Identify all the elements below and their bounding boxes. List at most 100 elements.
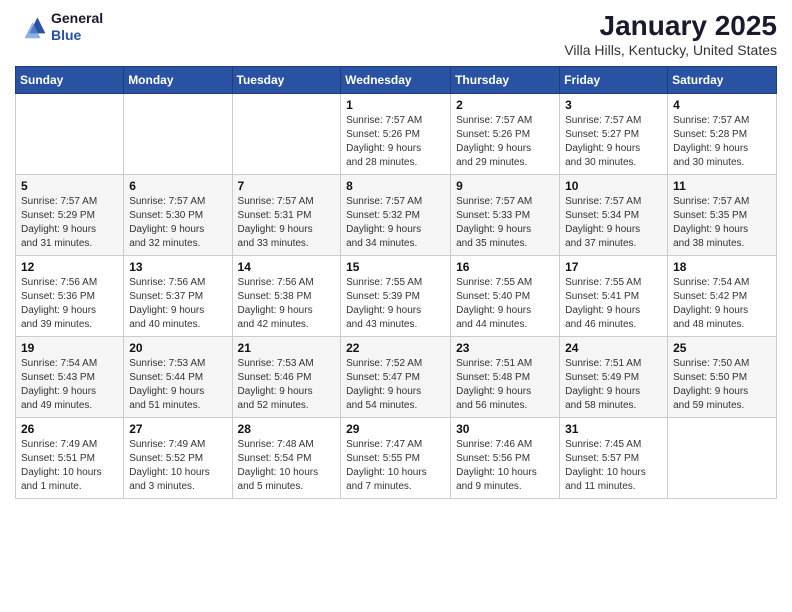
day-detail: Sunrise: 7:57 AM Sunset: 5:30 PM Dayligh… xyxy=(129,195,226,251)
calendar-cell: 13 Sunrise: 7:56 AM Sunset: 5:37 PM Dayli… xyxy=(124,256,232,337)
calendar-cell: 2 Sunrise: 7:57 AM Sunset: 5:26 PM Daylig… xyxy=(451,94,560,175)
day-number: 1 xyxy=(346,98,445,112)
day-number: 12 xyxy=(21,260,118,274)
day-detail: Sunrise: 7:57 AM Sunset: 5:26 PM Dayligh… xyxy=(346,114,445,170)
day-detail: Sunrise: 7:46 AM Sunset: 5:56 PM Dayligh… xyxy=(456,438,554,494)
day-detail: Sunrise: 7:57 AM Sunset: 5:26 PM Dayligh… xyxy=(456,114,554,170)
day-detail: Sunrise: 7:49 AM Sunset: 5:52 PM Dayligh… xyxy=(129,438,226,494)
calendar-cell: 10 Sunrise: 7:57 AM Sunset: 5:34 PM Dayli… xyxy=(560,175,668,256)
day-detail: Sunrise: 7:54 AM Sunset: 5:43 PM Dayligh… xyxy=(21,357,118,413)
day-number: 31 xyxy=(565,422,662,436)
day-detail: Sunrise: 7:56 AM Sunset: 5:37 PM Dayligh… xyxy=(129,276,226,332)
logo: General Blue xyxy=(15,10,103,44)
calendar-cell: 25 Sunrise: 7:50 AM Sunset: 5:50 PM Dayli… xyxy=(668,337,777,418)
day-detail: Sunrise: 7:55 AM Sunset: 5:40 PM Dayligh… xyxy=(456,276,554,332)
day-number: 16 xyxy=(456,260,554,274)
calendar-cell: 4 Sunrise: 7:57 AM Sunset: 5:28 PM Daylig… xyxy=(668,94,777,175)
day-detail: Sunrise: 7:57 AM Sunset: 5:29 PM Dayligh… xyxy=(21,195,118,251)
day-number: 18 xyxy=(673,260,771,274)
day-detail: Sunrise: 7:57 AM Sunset: 5:28 PM Dayligh… xyxy=(673,114,771,170)
weekday-header: Friday xyxy=(560,67,668,94)
calendar-cell: 28Sunrise: 7:48 AM Sunset: 5:54 PM Dayli… xyxy=(232,418,341,499)
day-detail: Sunrise: 7:52 AM Sunset: 5:47 PM Dayligh… xyxy=(346,357,445,413)
day-number: 22 xyxy=(346,341,445,355)
day-number: 11 xyxy=(673,179,771,193)
day-detail: Sunrise: 7:51 AM Sunset: 5:49 PM Dayligh… xyxy=(565,357,662,413)
calendar-week-row: 12Sunrise: 7:56 AM Sunset: 5:36 PM Dayli… xyxy=(16,256,777,337)
day-detail: Sunrise: 7:53 AM Sunset: 5:44 PM Dayligh… xyxy=(129,357,226,413)
day-number: 23 xyxy=(456,341,554,355)
day-number: 25 xyxy=(673,341,771,355)
day-number: 15 xyxy=(346,260,445,274)
logo-icon xyxy=(15,11,47,43)
calendar-cell: 11Sunrise: 7:57 AM Sunset: 5:35 PM Dayli… xyxy=(668,175,777,256)
calendar-cell xyxy=(124,94,232,175)
calendar-cell: 22 Sunrise: 7:52 AM Sunset: 5:47 PM Dayli… xyxy=(341,337,451,418)
calendar-cell: 31 Sunrise: 7:45 AM Sunset: 5:57 PM Dayli… xyxy=(560,418,668,499)
day-detail: Sunrise: 7:50 AM Sunset: 5:50 PM Dayligh… xyxy=(673,357,771,413)
day-detail: Sunrise: 7:56 AM Sunset: 5:38 PM Dayligh… xyxy=(238,276,336,332)
day-detail: Sunrise: 7:57 AM Sunset: 5:34 PM Dayligh… xyxy=(565,195,662,251)
calendar-cell: 17 Sunrise: 7:55 AM Sunset: 5:41 PM Dayli… xyxy=(560,256,668,337)
calendar-cell xyxy=(232,94,341,175)
calendar-cell: 14Sunrise: 7:56 AM Sunset: 5:38 PM Dayli… xyxy=(232,256,341,337)
calendar-cell: 6 Sunrise: 7:57 AM Sunset: 5:30 PM Daylig… xyxy=(124,175,232,256)
day-number: 28 xyxy=(238,422,336,436)
day-number: 17 xyxy=(565,260,662,274)
day-number: 7 xyxy=(238,179,336,193)
day-detail: Sunrise: 7:57 AM Sunset: 5:32 PM Dayligh… xyxy=(346,195,445,251)
day-number: 29 xyxy=(346,422,445,436)
calendar-cell: 24 Sunrise: 7:51 AM Sunset: 5:49 PM Dayli… xyxy=(560,337,668,418)
day-detail: Sunrise: 7:47 AM Sunset: 5:55 PM Dayligh… xyxy=(346,438,445,494)
calendar-cell: 3Sunrise: 7:57 AM Sunset: 5:27 PM Daylig… xyxy=(560,94,668,175)
calendar-header-row: SundayMondayTuesdayWednesdayThursdayFrid… xyxy=(16,67,777,94)
calendar-week-row: 26Sunrise: 7:49 AM Sunset: 5:51 PM Dayli… xyxy=(16,418,777,499)
calendar-cell xyxy=(16,94,124,175)
calendar-cell: 27 Sunrise: 7:49 AM Sunset: 5:52 PM Dayli… xyxy=(124,418,232,499)
day-number: 10 xyxy=(565,179,662,193)
day-detail: Sunrise: 7:55 AM Sunset: 5:39 PM Dayligh… xyxy=(346,276,445,332)
day-number: 4 xyxy=(673,98,771,112)
day-number: 9 xyxy=(456,179,554,193)
location: Villa Hills, Kentucky, United States xyxy=(564,42,777,58)
weekday-header: Tuesday xyxy=(232,67,341,94)
day-number: 5 xyxy=(21,179,118,193)
calendar-cell: 15 Sunrise: 7:55 AM Sunset: 5:39 PM Dayli… xyxy=(341,256,451,337)
day-detail: Sunrise: 7:49 AM Sunset: 5:51 PM Dayligh… xyxy=(21,438,118,494)
logo-text: General Blue xyxy=(51,10,103,44)
calendar-cell: 29 Sunrise: 7:47 AM Sunset: 5:55 PM Dayli… xyxy=(341,418,451,499)
day-detail: Sunrise: 7:45 AM Sunset: 5:57 PM Dayligh… xyxy=(565,438,662,494)
page-container: General Blue January 2025 Villa Hills, K… xyxy=(0,0,792,509)
calendar-cell: 16 Sunrise: 7:55 AM Sunset: 5:40 PM Dayli… xyxy=(451,256,560,337)
day-detail: Sunrise: 7:55 AM Sunset: 5:41 PM Dayligh… xyxy=(565,276,662,332)
day-number: 20 xyxy=(129,341,226,355)
day-detail: Sunrise: 7:57 AM Sunset: 5:33 PM Dayligh… xyxy=(456,195,554,251)
title-block: January 2025 Villa Hills, Kentucky, Unit… xyxy=(564,10,777,58)
calendar-week-row: 5 Sunrise: 7:57 AM Sunset: 5:29 PM Daylig… xyxy=(16,175,777,256)
day-number: 2 xyxy=(456,98,554,112)
weekday-header: Thursday xyxy=(451,67,560,94)
day-detail: Sunrise: 7:51 AM Sunset: 5:48 PM Dayligh… xyxy=(456,357,554,413)
calendar-week-row: 19 Sunrise: 7:54 AM Sunset: 5:43 PM Dayli… xyxy=(16,337,777,418)
month-title: January 2025 xyxy=(564,10,777,42)
day-number: 3 xyxy=(565,98,662,112)
day-number: 24 xyxy=(565,341,662,355)
day-number: 30 xyxy=(456,422,554,436)
weekday-header: Saturday xyxy=(668,67,777,94)
day-detail: Sunrise: 7:54 AM Sunset: 5:42 PM Dayligh… xyxy=(673,276,771,332)
day-number: 6 xyxy=(129,179,226,193)
weekday-header: Wednesday xyxy=(341,67,451,94)
weekday-header: Sunday xyxy=(16,67,124,94)
day-number: 27 xyxy=(129,422,226,436)
calendar-cell: 7Sunrise: 7:57 AM Sunset: 5:31 PM Daylig… xyxy=(232,175,341,256)
calendar-cell: 21Sunrise: 7:53 AM Sunset: 5:46 PM Dayli… xyxy=(232,337,341,418)
calendar-cell: 26Sunrise: 7:49 AM Sunset: 5:51 PM Dayli… xyxy=(16,418,124,499)
day-number: 19 xyxy=(21,341,118,355)
weekday-header: Monday xyxy=(124,67,232,94)
calendar-cell: 5 Sunrise: 7:57 AM Sunset: 5:29 PM Daylig… xyxy=(16,175,124,256)
calendar-cell: 20 Sunrise: 7:53 AM Sunset: 5:44 PM Dayli… xyxy=(124,337,232,418)
calendar-cell: 23 Sunrise: 7:51 AM Sunset: 5:48 PM Dayli… xyxy=(451,337,560,418)
day-detail: Sunrise: 7:53 AM Sunset: 5:46 PM Dayligh… xyxy=(238,357,336,413)
day-number: 13 xyxy=(129,260,226,274)
calendar-cell: 9 Sunrise: 7:57 AM Sunset: 5:33 PM Daylig… xyxy=(451,175,560,256)
